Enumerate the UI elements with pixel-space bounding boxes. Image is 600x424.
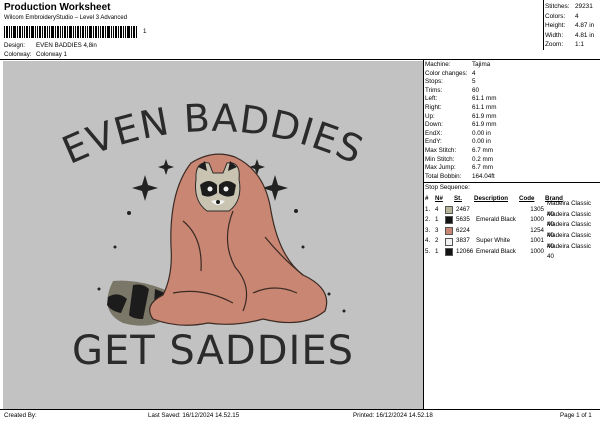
info-row: Trims: 60 <box>425 86 480 94</box>
info-row: Up: 61.9 mm <box>425 112 497 120</box>
colorway-label: Colorway: <box>4 51 32 58</box>
last-saved: Last Saved: 16/12/2024 14.52.15 <box>148 412 240 419</box>
stats-divider <box>543 0 544 50</box>
stop-sequence-table: # N# St. Description Code Brand 1. 4 246… <box>425 194 598 261</box>
color-swatch <box>445 237 453 246</box>
info-row: Min Stitch: 0.2 mm <box>425 155 493 163</box>
software-name: Wilcom EmbroideryStudio – Level 3 Advanc… <box>4 15 128 21</box>
color-swatch <box>445 216 453 225</box>
stat-colors: Colors: 4 <box>545 12 579 20</box>
header-divider <box>0 59 600 60</box>
info-row: Right: 61.1 mm <box>425 103 497 111</box>
barcode <box>4 26 137 38</box>
page-number: Page 1 of 1 <box>560 412 592 419</box>
artwork-bottom-text: GET SADDIES <box>72 328 354 374</box>
color-swatch <box>445 227 453 236</box>
embroidery-artwork: EVEN BADDIES GET SADDIES <box>56 96 369 374</box>
created-by: Created By: <box>4 412 37 419</box>
stats-panel: Stitches: 29231 Colors: 4 Height: 4.87 in W… <box>545 2 600 50</box>
design-preview: EVEN BADDIES GET SADDIES <box>3 61 423 409</box>
info-row: Max Jump: 6.7 mm <box>425 164 493 172</box>
info-row: Machine: Tajima <box>425 61 491 68</box>
panel-divider <box>423 60 424 409</box>
printed-date: Printed: 16/12/2024 14.52.18 <box>353 412 433 419</box>
table-row: 5. 1 12066 Emerald Black 1000 Madeira Cl… <box>425 242 592 261</box>
machine-info: Machine: Tajima Color changes: 4 Stops: 5 T… <box>425 61 598 181</box>
info-row: Stops: 5 <box>425 78 476 86</box>
stop-sequence-title: Stop Sequence: <box>425 184 470 191</box>
info-row: EndY: 0.00 in <box>425 138 491 146</box>
info-row: Left: 61.1 mm <box>425 95 497 103</box>
color-swatch <box>445 205 453 214</box>
design-value: EVEN BADDIES 4,8in <box>36 42 97 49</box>
info-row: Max Stitch: 6.7 mm <box>425 146 493 154</box>
footer-divider <box>0 409 600 410</box>
stat-height: Height: 4.87 in <box>545 22 595 29</box>
info-row: Total Bobbin: 164.04ft <box>425 172 495 180</box>
info-row: EndX: 0.00 in <box>425 129 491 137</box>
barcode-suffix: 1 <box>143 28 147 35</box>
stat-zoom: Zoom: 1:1 <box>545 41 584 48</box>
colorway-value: Colorway 1 <box>36 51 67 58</box>
design-label: Design: <box>4 42 25 49</box>
worksheet-title: Production Worksheet <box>4 2 111 13</box>
info-row: Down: 61.9 mm <box>425 121 497 129</box>
color-swatch <box>445 248 453 257</box>
info-divider <box>424 182 600 183</box>
stat-stitches: Stitches: 29231 <box>545 3 593 10</box>
info-row: Color changes: 4 <box>425 69 476 77</box>
stat-width: Width: 4.81 in <box>545 31 595 39</box>
